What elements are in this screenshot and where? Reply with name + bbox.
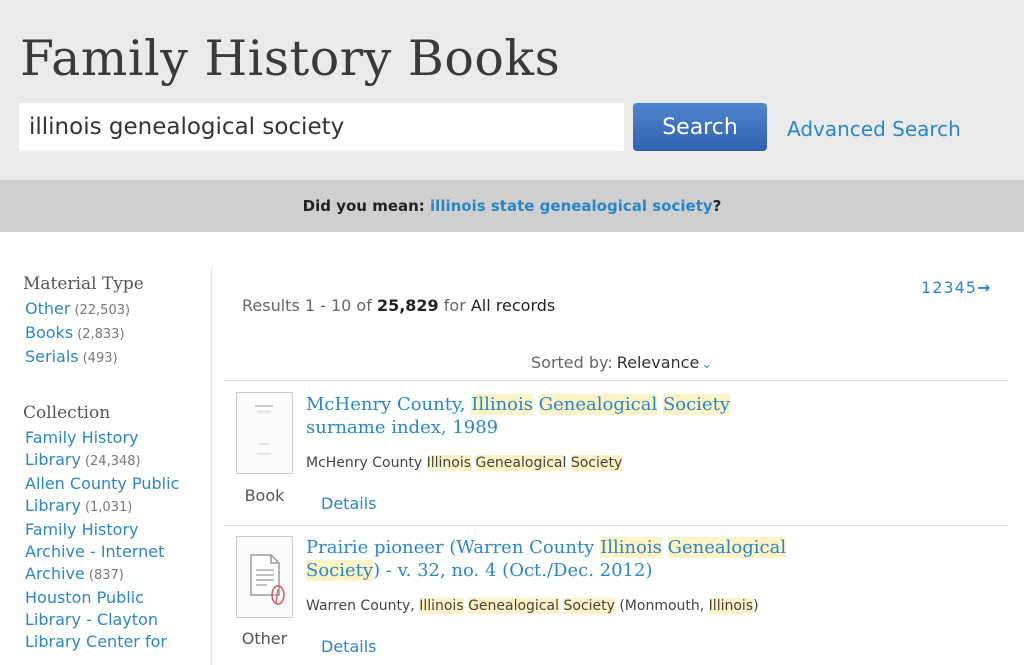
result-title[interactable]: Prairie pioneer (Warren County Illinois … [306,536,866,582]
author-text: Warren County, [306,598,420,614]
facet-item-label: Allen County Public [25,474,180,493]
suggestion-link[interactable]: illinois state genealogical society [430,197,713,215]
divider [224,525,1008,526]
facet-item-count: (837) [88,568,124,583]
author-highlight: Illinois [426,455,472,471]
next-page-arrow-icon[interactable]: → [977,278,991,297]
facet-item-label: Library [25,450,81,469]
facet-item-family-history-archive[interactable]: Family History Archive - Internet Archiv… [25,519,208,587]
results-scope: All records [470,296,556,315]
page-link-4[interactable]: 4 [955,278,966,297]
title-highlight: Society [662,394,730,415]
facet-item-label: Books [25,323,74,342]
details-link[interactable]: Details [321,637,376,656]
author-highlight: Illinois [419,598,464,614]
facet-sidebar: Material Type Other (22,503) Books (2,833)… [0,232,211,665]
facet-item-serials[interactable]: Serials (493) [25,346,208,370]
facet-item-label: Houston Public [25,588,144,607]
page-link-2[interactable]: 2 [932,278,943,297]
facet-item-family-history-library[interactable]: Family History Library (24,348) [25,427,208,473]
facet-item-count: (24,348) [84,454,141,469]
search-input[interactable] [19,103,624,151]
results-range: 1 - 10 [304,296,352,315]
material-type-label: Other [241,629,288,648]
sort-label: Sorted by: [531,353,613,372]
facet-material-type: Material Type Other (22,503) Books (2,833)… [23,274,208,370]
author-highlight: Genealogical [475,455,567,471]
title-highlight: Illinois [471,394,534,415]
facet-item-label: Other [25,299,71,318]
did-you-mean-bar: Did you mean: illinois state genealogica… [0,180,1024,232]
divider [224,380,1008,381]
title-highlight: Illinois [600,537,662,558]
author-highlight: Illinois [708,598,754,614]
author-highlight: Society [563,598,615,614]
title-text [533,394,539,415]
facet-item-label: Family History [25,428,139,447]
material-type-label: Book [244,486,285,505]
author-highlight: Genealogical [468,598,559,614]
summary-text: Results [242,296,305,315]
search-button[interactable]: Search [633,103,767,151]
result-title[interactable]: McHenry County, Illinois Genealogical So… [306,393,866,439]
page-link-5[interactable]: 5 [966,278,977,297]
author-text: McHenry County [306,455,427,471]
author-text: ) [753,598,759,614]
facet-heading: Collection [23,403,111,423]
results-summary: Results 1 - 10 of 25,829 for All records [242,296,555,315]
book-thumbnail[interactable] [236,392,293,474]
document-thumbnail[interactable] [236,536,293,618]
facet-heading: Material Type [23,274,144,294]
details-link[interactable]: Details [321,494,376,513]
pagination: 12345→ [921,278,991,297]
title-text [662,537,668,558]
facet-item-count: (22,503) [74,303,131,318]
facet-item-count: (1,031) [84,500,133,515]
title-text: surname index, 1989 [306,417,499,438]
header: Family History Books Search Advanced Sea… [0,0,1024,180]
page-link-3[interactable]: 3 [943,278,954,297]
facet-item-label: Library [25,496,81,515]
facet-item-label: Library Center for [25,632,167,651]
summary-text: of [351,296,377,315]
facet-item-books[interactable]: Books (2,833) [25,322,208,346]
author-text: (Monmouth, [614,598,709,614]
advanced-search-link[interactable]: Advanced Search [787,117,961,141]
facet-item-count: (2,833) [77,327,125,342]
result-author: Warren County, Illinois Genealogical Soc… [306,598,759,614]
facet-item-label: Serials [25,347,79,366]
page-link-1[interactable]: 1 [921,278,932,297]
title-highlight: Genealogical [538,394,658,415]
facet-item-other[interactable]: Other (22,503) [25,298,208,322]
title-text: McHenry County, [306,394,472,415]
facet-item-label: Family History [25,520,139,539]
sort-control[interactable]: Sorted by: Relevance ⌄ [531,353,712,372]
facet-item-label: Archive [25,564,85,583]
sort-value[interactable]: Relevance [617,353,700,372]
result-author: McHenry County Illinois Genealogical Soc… [306,455,623,471]
title-text: Prairie pioneer (Warren County [306,537,601,558]
facet-item-houston-public[interactable]: Houston Public Library - Clayton Library… [25,587,208,653]
title-highlight: Society [306,560,374,581]
title-highlight: Genealogical [667,537,787,558]
did-you-mean-prefix: Did you mean: [302,197,431,215]
facet-item-count: (493) [82,351,118,366]
sidebar-divider [211,268,212,665]
page-title: Family History Books [20,30,561,87]
results-total: 25,829 [376,296,439,315]
summary-text: for [438,296,471,315]
author-highlight: Society [570,455,623,471]
facet-item-label: Archive - Internet [25,542,165,561]
did-you-mean-suffix: ? [712,197,722,215]
facet-item-label: Library - Clayton [25,610,158,629]
document-icon [250,554,285,605]
facet-item-allen-county[interactable]: Allen County Public Library (1,031) [25,473,208,519]
title-text: ) - v. 32, no. 4 (Oct./Dec. 2012) [373,560,653,581]
chevron-down-icon[interactable]: ⌄ [701,357,712,372]
facet-collection: Collection Family History Library (24,348… [23,403,208,653]
